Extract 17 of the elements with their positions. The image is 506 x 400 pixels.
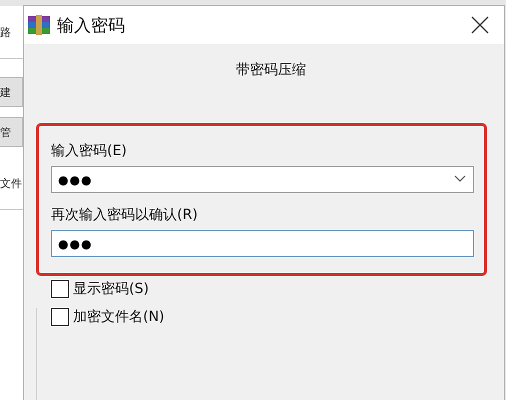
password-combo-box[interactable]: ●●● [51,166,474,193]
field-label: 文件 [0,176,22,190]
close-icon [471,16,489,34]
toolbar-button[interactable]: 建 [0,77,23,107]
toolbar-button[interactable]: 管 [0,117,23,147]
password-field[interactable]: ●●● [51,230,474,257]
checkbox-label: 显示密码(S) [73,280,149,298]
checkbox[interactable] [51,308,69,326]
field-label: 路 [0,24,11,40]
chevron-down-icon[interactable] [454,175,466,183]
checkbox-label: 加密文件名(N) [73,308,164,326]
window-title: 输入密码 [57,14,126,36]
archive-app-icon [27,14,51,36]
checkbox[interactable] [51,280,69,298]
dialog-heading: 带密码压缩 [235,61,307,79]
field-label: 输入密码(E) [51,142,127,160]
field-label: 再次输入密码以确认(R) [51,206,198,224]
